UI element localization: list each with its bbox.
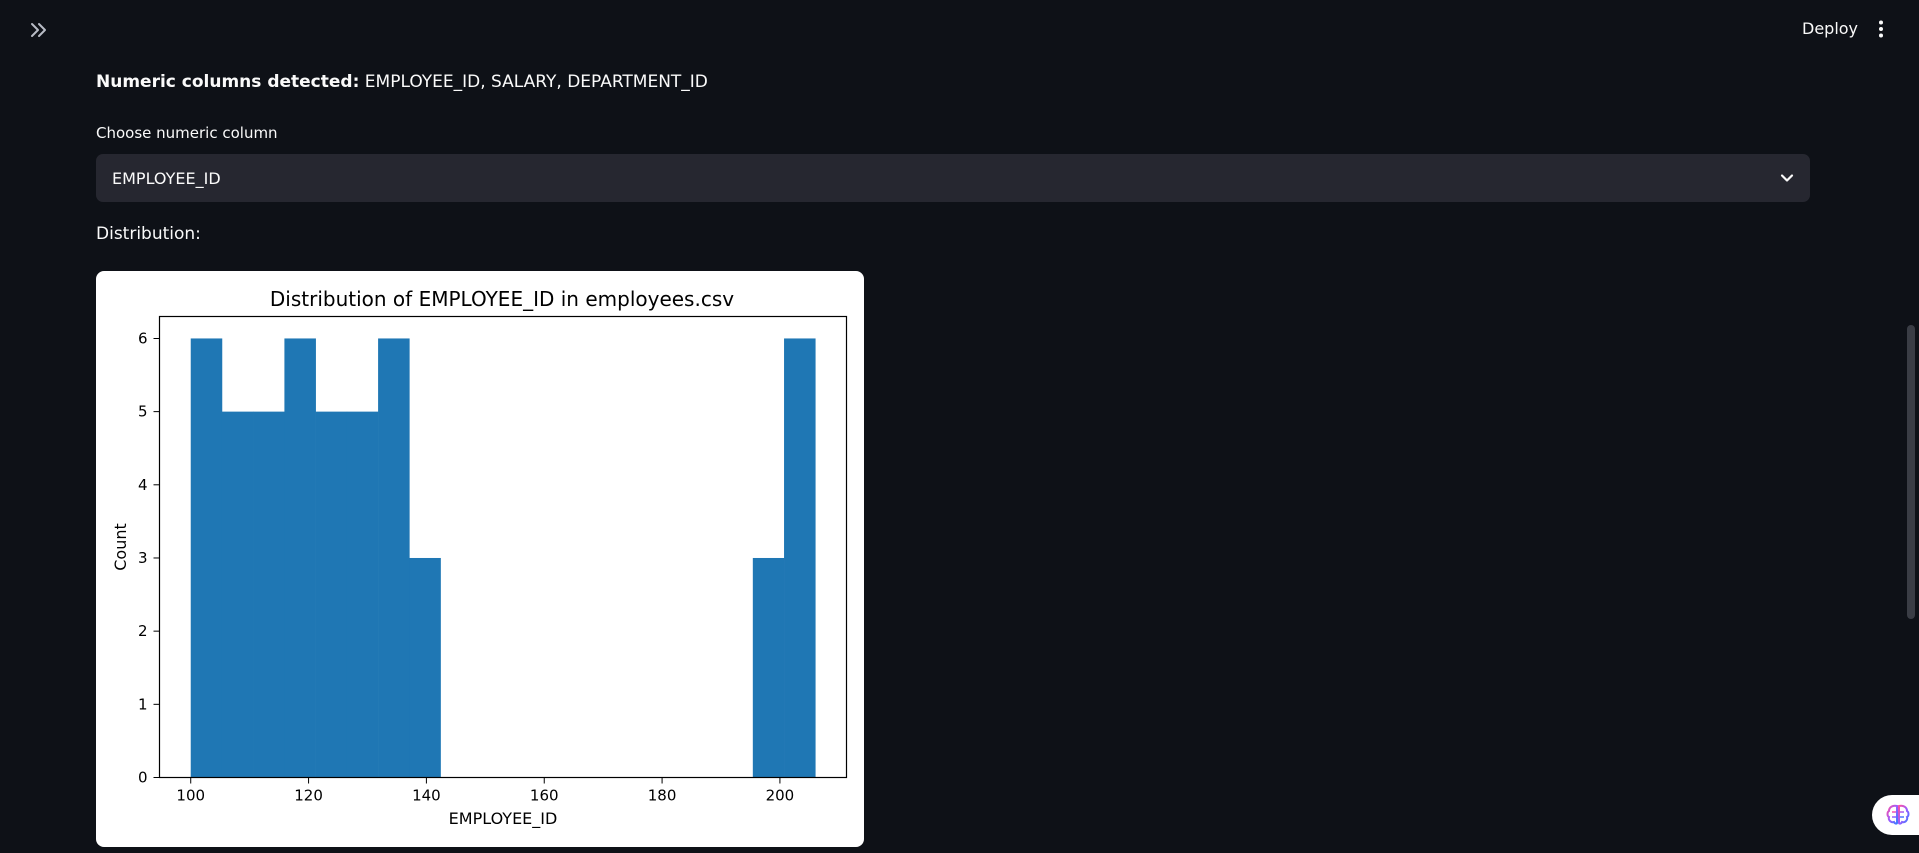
y-tick-label: 2 bbox=[138, 622, 148, 640]
distribution-heading: Distribution: bbox=[96, 224, 201, 244]
deploy-button[interactable]: Deploy bbox=[1790, 16, 1870, 42]
x-tick-label: 100 bbox=[176, 787, 205, 805]
y-tick-label: 6 bbox=[138, 329, 148, 347]
y-tick-label: 4 bbox=[138, 476, 148, 494]
numeric-columns-info: Numeric columns detected: EMPLOYEE_ID, S… bbox=[96, 72, 708, 92]
x-axis-label: EMPLOYEE_ID bbox=[449, 809, 558, 829]
y-axis-label: Count bbox=[111, 523, 130, 571]
bars-layer bbox=[190, 338, 816, 778]
numeric-columns-heading: Numeric columns detected: bbox=[96, 72, 360, 92]
double-chevron-right-icon bbox=[31, 23, 46, 37]
x-tick-label: 200 bbox=[766, 787, 795, 805]
histogram-bar bbox=[315, 411, 348, 778]
column-select-value: EMPLOYEE_ID bbox=[112, 168, 221, 188]
chart-title: Distribution of EMPLOYEE_ID in employees… bbox=[270, 287, 734, 311]
vertical-ellipsis-icon bbox=[1879, 20, 1883, 38]
column-select-label: Choose numeric column bbox=[96, 124, 278, 142]
histogram-bar bbox=[409, 557, 441, 778]
histogram-svg: Distribution of EMPLOYEE_ID in employees… bbox=[111, 287, 848, 829]
histogram-bar bbox=[378, 338, 410, 778]
y-tick-label: 0 bbox=[138, 769, 148, 787]
numeric-columns-list: EMPLOYEE_ID, SALARY, DEPARTMENT_ID bbox=[364, 72, 708, 92]
distribution-chart: Distribution of EMPLOYEE_ID in employees… bbox=[96, 271, 864, 847]
sidebar-expand-button[interactable] bbox=[26, 18, 52, 42]
brain-button[interactable] bbox=[1872, 795, 1919, 835]
histogram-bar bbox=[190, 338, 223, 778]
histogram-bar bbox=[221, 411, 254, 778]
x-tick-label: 180 bbox=[648, 787, 677, 805]
chevron-down-icon bbox=[1780, 174, 1794, 182]
x-tick-label: 160 bbox=[530, 787, 559, 805]
histogram-bar bbox=[752, 557, 785, 778]
column-select[interactable]: EMPLOYEE_ID bbox=[96, 154, 1810, 202]
main-menu-button[interactable] bbox=[1868, 16, 1894, 42]
app-header: Deploy bbox=[0, 0, 1919, 58]
histogram-bar bbox=[346, 411, 379, 778]
page-scrollbar[interactable] bbox=[1907, 325, 1915, 619]
histogram-bar bbox=[784, 338, 816, 778]
brain-icon bbox=[1886, 804, 1910, 825]
y-tick-label: 1 bbox=[138, 695, 148, 713]
histogram-bar bbox=[253, 411, 285, 778]
x-tick-label: 120 bbox=[294, 787, 323, 805]
x-tick-label: 140 bbox=[412, 787, 441, 805]
y-tick-label: 3 bbox=[138, 549, 148, 567]
y-tick-label: 5 bbox=[138, 403, 148, 421]
histogram-bar bbox=[284, 338, 316, 778]
